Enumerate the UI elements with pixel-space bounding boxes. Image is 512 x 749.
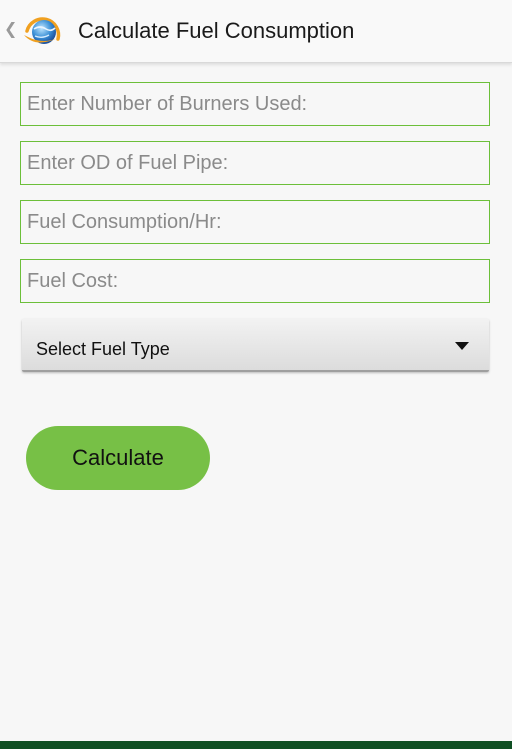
burners-count-input[interactable] <box>20 82 490 126</box>
bottom-bar <box>0 741 512 749</box>
action-bar: ❮ Calculate Fuel Consumption <box>0 0 512 63</box>
calculate-button[interactable]: Calculate <box>26 426 210 490</box>
fuel-type-dropdown[interactable]: Select Fuel Type <box>22 319 489 372</box>
fuel-pipe-od-input[interactable] <box>20 141 490 185</box>
fuel-cost-input[interactable] <box>20 259 490 303</box>
fuel-type-selected-label: Select Fuel Type <box>36 339 170 359</box>
triangle-down-icon <box>455 342 469 350</box>
page-title: Calculate Fuel Consumption <box>78 18 355 43</box>
app-logo-icon[interactable] <box>14 13 74 49</box>
fuel-consumption-input[interactable] <box>20 200 490 244</box>
